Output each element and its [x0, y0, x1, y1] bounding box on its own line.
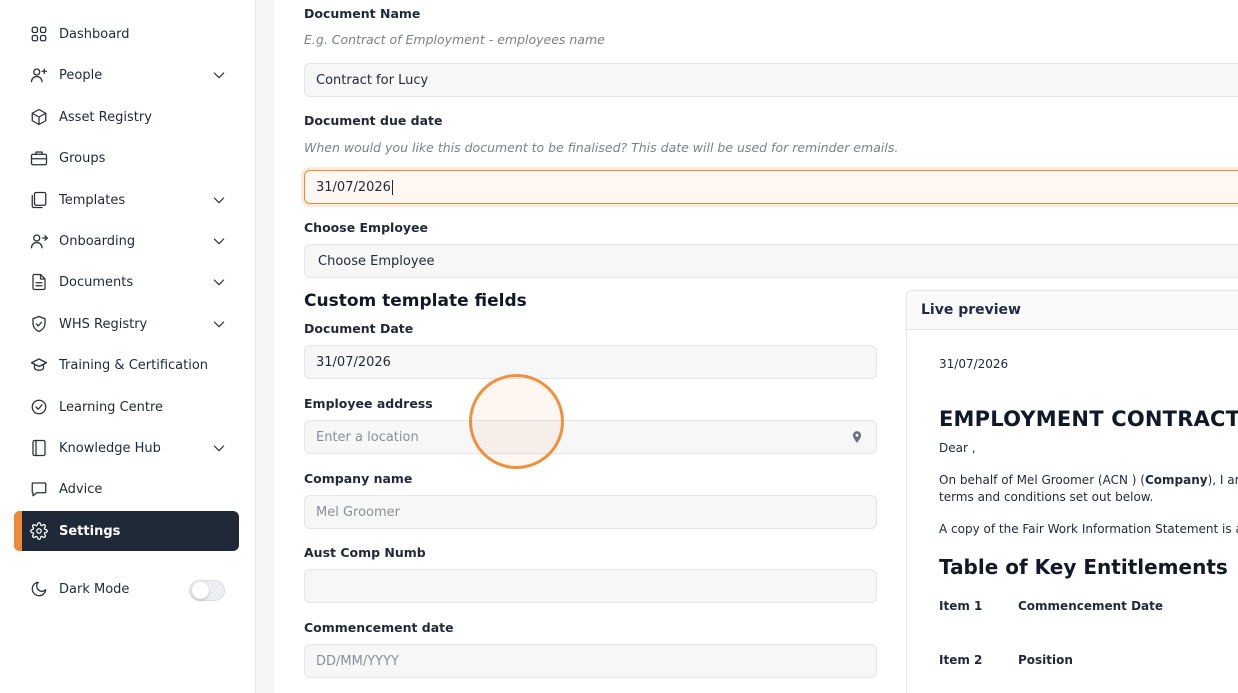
check-circle-icon — [30, 398, 48, 416]
sidebar-item-label: People — [59, 67, 103, 83]
sidebar-item-label: Knowledge Hub — [59, 440, 161, 456]
sidebar-item-people[interactable]: People — [14, 55, 239, 95]
gear-icon — [30, 522, 48, 540]
sidebar-item-dashboard[interactable]: Dashboard — [14, 14, 239, 54]
sidebar-item-learning-centre[interactable]: Learning Centre — [14, 387, 239, 427]
document-name-label: Document Name — [304, 6, 421, 21]
preview-heading: EMPLOYMENT CONTRACT — [939, 407, 1238, 431]
sidebar-item-groups[interactable]: Groups — [14, 138, 239, 178]
sidebar-item-knowledge-hub[interactable]: Knowledge Hub — [14, 428, 239, 468]
main-area: Document Name E.g. Contract of Employmen… — [256, 0, 1238, 693]
company-name-input[interactable]: Mel Groomer — [304, 495, 877, 529]
preview-paragraph-line2: terms and conditions set out below. — [939, 490, 1154, 504]
chevron-down-icon[interactable] — [211, 192, 227, 208]
toggle-knob — [192, 582, 209, 599]
sidebar-item-documents[interactable]: Documents — [14, 262, 239, 302]
due-date-hint: When would you like this document to be … — [304, 140, 899, 155]
document-form: Document Name E.g. Contract of Employmen… — [274, 0, 1238, 693]
chat-bubble-icon — [30, 480, 48, 498]
dark-mode-label: Dark Mode — [59, 581, 130, 597]
sidebar-item-label: Documents — [59, 274, 134, 290]
cube-icon — [30, 108, 48, 126]
preview-text: ), I am pleas — [1207, 473, 1238, 487]
location-pin-icon — [850, 430, 864, 444]
sidebar-item-label: Advice — [59, 481, 103, 497]
file-icon — [30, 273, 48, 291]
sidebar-item-label: Asset Registry — [59, 109, 152, 125]
commencement-date-label: Commencement date — [304, 620, 454, 635]
employee-address-label: Employee address — [304, 396, 433, 411]
sidebar-item-label: Groups — [59, 150, 106, 166]
sidebar-item-label: WHS Registry — [59, 316, 148, 332]
sidebar-item-whs-registry[interactable]: WHS Registry — [14, 304, 239, 344]
due-date-value: 31/07/2026 — [316, 179, 391, 195]
document-date-label: Document Date — [304, 321, 414, 336]
preview-text-bold: Company — [1144, 473, 1208, 487]
preview-row-item: Item 1 — [939, 599, 983, 613]
sidebar-item-onboarding[interactable]: Onboarding — [14, 221, 239, 261]
user-arrow-icon — [30, 232, 48, 250]
due-date-label: Document due date — [304, 113, 443, 128]
company-name-value: Mel Groomer — [316, 504, 401, 520]
sidebar-item-label: Onboarding — [59, 233, 136, 249]
book-icon — [30, 439, 48, 457]
document-date-input[interactable]: 31/07/2026 — [304, 345, 877, 379]
sidebar-item-templates[interactable]: Templates — [14, 180, 239, 220]
sidebar-item-advice[interactable]: Advice — [14, 469, 239, 509]
sidebar-item-label: Dashboard — [59, 26, 130, 42]
document-date-value: 31/07/2026 — [316, 354, 391, 370]
moon-icon — [30, 580, 48, 598]
preview-date: 31/07/2026 — [939, 357, 1009, 371]
custom-fields-title: Custom template fields — [304, 291, 527, 311]
sidebar-item-settings[interactable]: Settings — [14, 511, 239, 551]
live-preview-panel: Live preview 31/07/2026 EMPLOYMENT CONTR… — [906, 290, 1238, 693]
chevron-down-icon[interactable] — [211, 274, 227, 290]
document-name-value: Contract for Lucy — [316, 72, 429, 88]
employee-address-placeholder: Enter a location — [316, 429, 419, 445]
user-plus-icon — [30, 66, 48, 84]
preview-row-item: Item 2 — [939, 653, 983, 667]
preview-row-name: Commencement Date — [1018, 599, 1164, 613]
briefcase-icon — [30, 149, 48, 167]
copy-icon — [30, 191, 48, 209]
preview-text: On behalf of Mel Groomer (ACN ) ( — [939, 473, 1145, 487]
choose-employee-select[interactable]: Choose Employee — [304, 244, 1238, 278]
commencement-date-input[interactable]: DD/MM/YYYY — [304, 644, 877, 678]
preview-paragraph-line1: On behalf of Mel Groomer (ACN ) (Company… — [939, 473, 1238, 487]
sidebar-item-training-certification[interactable]: Training & Certification — [14, 345, 239, 385]
preview-table-heading: Table of Key Entitlements — [939, 555, 1228, 579]
graduation-cap-icon — [30, 356, 48, 374]
text-caret — [391, 179, 393, 195]
chevron-down-icon[interactable] — [211, 316, 227, 332]
chevron-down-icon[interactable] — [211, 67, 227, 83]
grid-icon — [30, 25, 48, 43]
sidebar-item-label: Training & Certification — [59, 357, 209, 373]
sidebar-item-label: Learning Centre — [59, 399, 164, 415]
choose-employee-value: Choose Employee — [318, 253, 435, 269]
dark-mode-toggle[interactable] — [189, 580, 225, 601]
aust-comp-numb-input[interactable] — [304, 569, 877, 603]
sidebar-item-label: Settings — [59, 523, 121, 539]
document-name-input[interactable]: Contract for Lucy — [304, 63, 1238, 97]
preview-paragraph-line3: A copy of the Fair Work Information Stat… — [939, 522, 1238, 536]
preview-row-name: Position — [1018, 653, 1073, 667]
shield-check-icon — [30, 315, 48, 333]
employee-address-input[interactable]: Enter a location — [304, 420, 877, 454]
chevron-down-icon[interactable] — [211, 523, 227, 539]
sidebar-item-label: Templates — [59, 192, 126, 208]
chevron-down-icon[interactable] — [211, 440, 227, 456]
sidebar: Dashboard People Asset Registry Groups T… — [0, 0, 256, 693]
chevron-down-icon[interactable] — [211, 233, 227, 249]
sidebar-item-asset-registry[interactable]: Asset Registry — [14, 97, 239, 137]
document-name-hint: E.g. Contract of Employment - employees … — [304, 32, 605, 47]
company-name-label: Company name — [304, 471, 413, 486]
live-preview-title: Live preview — [921, 302, 1021, 318]
live-preview-header: Live preview — [907, 291, 1238, 330]
preview-dear: Dear , — [939, 441, 976, 455]
commencement-date-placeholder: DD/MM/YYYY — [316, 653, 399, 669]
due-date-input[interactable]: 31/07/2026 — [304, 170, 1238, 204]
aust-comp-numb-label: Aust Comp Numb — [304, 545, 426, 560]
choose-employee-label: Choose Employee — [304, 220, 429, 235]
